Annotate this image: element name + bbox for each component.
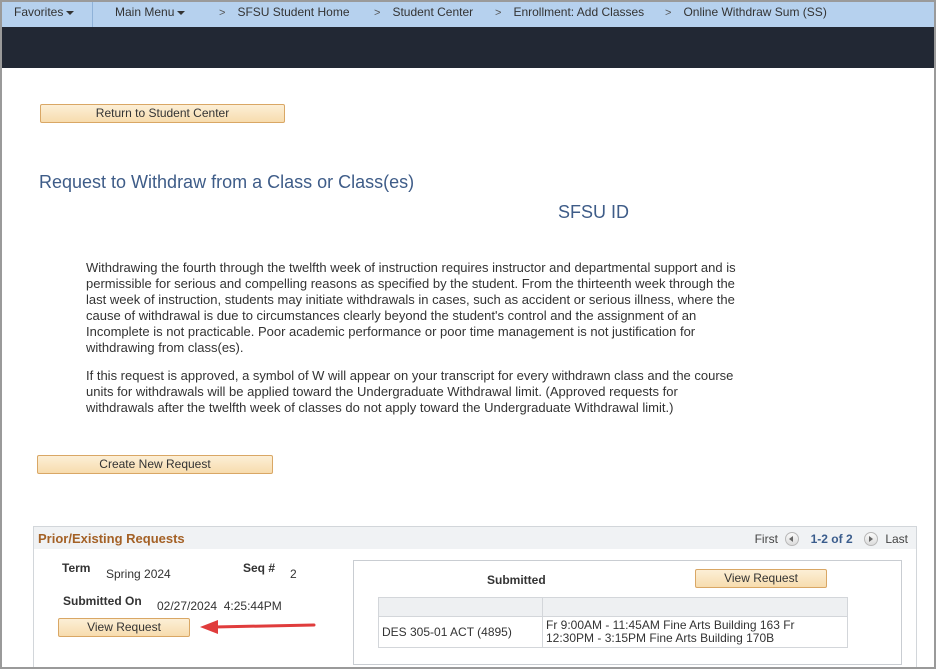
class-column-header	[378, 597, 543, 617]
class-table-header	[378, 597, 848, 617]
page-title: Request to Withdraw from a Class or Clas…	[39, 172, 415, 192]
header-banner	[2, 27, 934, 68]
breadcrumb-student-center[interactable]: > Student Center	[374, 2, 473, 27]
breadcrumb-sfsu-student-home[interactable]: > SFSU Student Home	[219, 2, 350, 27]
sfsu-id-label: SFSU ID	[558, 202, 630, 222]
chevron-down-icon	[66, 10, 75, 15]
page-frame: Favorites Main Menu > SFSU Student Home >…	[2, 2, 934, 667]
submitted-on-value: 02/27/2024 4:25:44PM	[157, 599, 282, 613]
grid-header: Prior/Existing Requests First 1-2 of 2 L…	[34, 527, 916, 549]
create-new-request-button[interactable]: Create New Request	[37, 455, 273, 474]
grid-title: Prior/Existing Requests	[38, 531, 185, 546]
next-page-icon[interactable]	[863, 531, 878, 546]
breadcrumb-label: SFSU Student Home	[237, 5, 350, 19]
breadcrumb-separator-icon: >	[665, 7, 672, 19]
main-menu[interactable]: Main Menu	[115, 2, 186, 27]
favorites-label: Favorites	[14, 5, 64, 19]
prior-requests-grid: Prior/Existing Requests First 1-2 of 2 L…	[33, 526, 917, 667]
transcript-notice-text: If this request is approved, a symbol of…	[86, 368, 734, 415]
view-request-detail-button[interactable]: View Request	[695, 569, 827, 588]
return-to-student-center-button[interactable]: Return to Student Center	[40, 104, 285, 123]
breadcrumb-separator-icon: >	[219, 7, 226, 19]
request-detail-box: Submitted View Request DES 305-01 ACT (4…	[353, 560, 902, 665]
class-table: DES 305-01 ACT (4895) Fr 9:00AM - 11:45A…	[378, 597, 848, 648]
pager-first-link[interactable]: First	[755, 532, 778, 546]
schedule-column-header	[542, 597, 848, 617]
previous-page-icon[interactable]	[785, 531, 800, 546]
pager-last-link[interactable]: Last	[885, 532, 908, 546]
breadcrumb-online-withdraw-sum[interactable]: > Online Withdraw Sum (SS)	[665, 2, 827, 27]
grid-pager: First 1-2 of 2 Last	[755, 531, 908, 546]
table-row: DES 305-01 ACT (4895) Fr 9:00AM - 11:45A…	[378, 616, 848, 648]
breadcrumb-label: Student Center	[392, 5, 474, 19]
schedule-cell: Fr 9:00AM - 11:45AM Fine Arts Building 1…	[542, 616, 848, 648]
main-menu-label: Main Menu	[115, 5, 175, 19]
pager-count: 1-2 of 2	[810, 531, 853, 546]
breadcrumb-label: Enrollment: Add Classes	[513, 5, 645, 19]
breadcrumb-separator-icon: >	[495, 7, 502, 19]
seq-value: 2	[290, 567, 297, 581]
seq-label: Seq #	[243, 561, 276, 575]
submitted-on-label: Submitted On	[63, 594, 142, 608]
favorites-menu[interactable]: Favorites	[14, 2, 75, 27]
term-value: Spring 2024	[106, 567, 171, 581]
term-label: Term	[62, 561, 91, 575]
view-request-button[interactable]: View Request	[58, 618, 190, 637]
breadcrumb-separator-icon: >	[374, 7, 381, 19]
nav-divider	[92, 2, 93, 27]
top-navbar: Favorites Main Menu > SFSU Student Home >…	[2, 2, 934, 27]
chevron-down-icon	[177, 10, 186, 15]
breadcrumb-enrollment-add-classes[interactable]: > Enrollment: Add Classes	[495, 2, 644, 27]
withdrawal-policy-text: Withdrawing the fourth through the twelf…	[86, 260, 736, 355]
breadcrumb-label: Online Withdraw Sum (SS)	[683, 5, 827, 19]
red-arrow-annotation-icon	[200, 620, 316, 634]
class-cell: DES 305-01 ACT (4895)	[378, 616, 543, 648]
request-status: Submitted	[487, 573, 546, 587]
